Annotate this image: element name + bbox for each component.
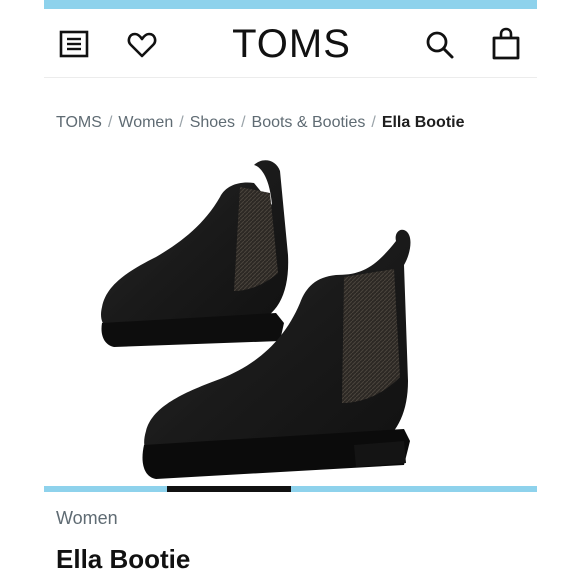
shopping-bag-icon[interactable]: [491, 27, 521, 61]
back-boot: [101, 160, 289, 347]
carousel-track[interactable]: [44, 486, 537, 492]
breadcrumb-link-toms[interactable]: TOMS: [56, 114, 102, 131]
breadcrumb-separator: /: [241, 114, 246, 131]
breadcrumb-link-boots-booties[interactable]: Boots & Booties: [252, 114, 366, 131]
breadcrumb-link-women[interactable]: Women: [118, 114, 173, 131]
breadcrumb-current: Ella Bootie: [381, 114, 465, 131]
site-header: TOMS: [44, 9, 537, 77]
breadcrumb-link-shoes[interactable]: Shoes: [190, 114, 235, 131]
product-category[interactable]: Women: [56, 506, 118, 530]
breadcrumb: TOMS / Women / Shoes / Boots & Booties / Ella Bo…: [56, 112, 465, 134]
product-page: TOMS TOMS / Women / Shoes / Boots & Booties / El…: [44, 0, 537, 580]
carousel-indicator: [167, 486, 291, 492]
header-divider: [44, 77, 537, 78]
breadcrumb-separator: /: [371, 114, 376, 131]
product-title: Ella Bootie: [56, 544, 191, 574]
breadcrumb-separator: /: [107, 114, 113, 131]
breadcrumb-separator: /: [179, 114, 184, 131]
heart-icon[interactable]: [126, 31, 158, 59]
brand-logo[interactable]: TOMS: [204, 19, 379, 69]
search-icon[interactable]: [424, 29, 456, 61]
menu-icon[interactable]: [58, 29, 90, 59]
product-image[interactable]: [44, 145, 537, 485]
top-accent-bar: [44, 0, 537, 9]
